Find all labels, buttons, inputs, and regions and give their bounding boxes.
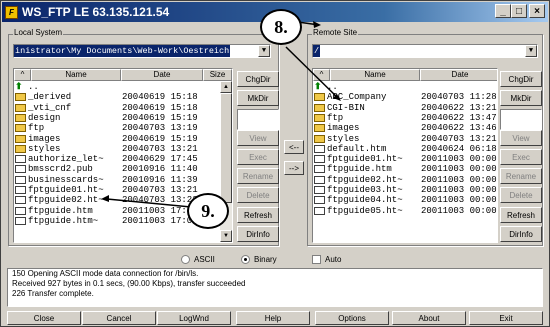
arrowhead-icon	[101, 195, 109, 202]
arrowhead-icon	[313, 21, 321, 28]
callout-9-arrow	[106, 198, 192, 208]
annotation-arrows	[101, 18, 341, 208]
callout-8: 8.	[260, 9, 302, 45]
callout-9: 9.	[187, 193, 229, 229]
callout-8-arrow-folder	[285, 46, 340, 100]
ws-ftp-window: F WS_FTP LE 63.135.121.54 _ □ × Local Sy…	[0, 0, 550, 327]
